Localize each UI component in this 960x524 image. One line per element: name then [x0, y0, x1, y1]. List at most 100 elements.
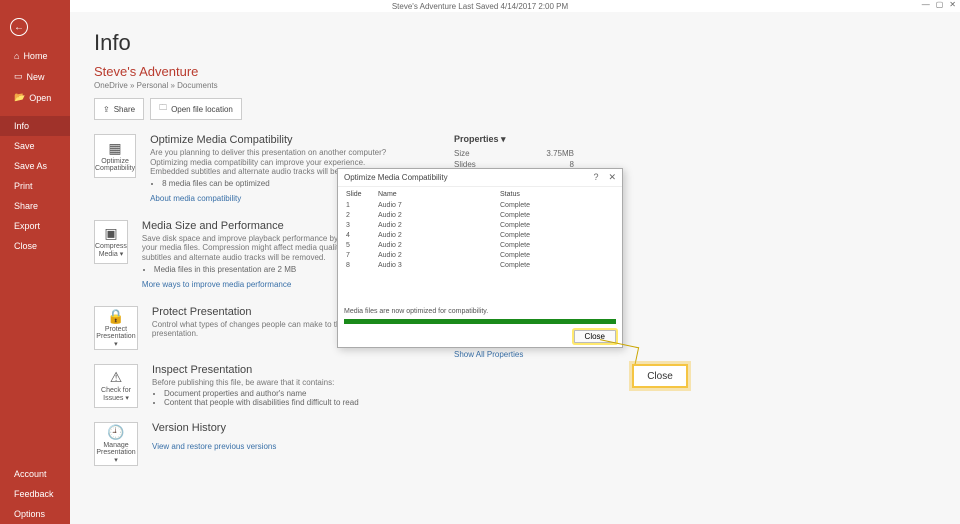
col-slide: Slide: [346, 191, 376, 199]
table-row: 3Audio 2Complete: [346, 221, 614, 229]
tile-label: Check for Issues ▾: [95, 387, 137, 402]
share-icon: ⇪: [103, 105, 110, 114]
home-icon: ⌂: [14, 51, 19, 61]
cell-name: Audio 7: [378, 201, 498, 209]
check-for-issues-tile[interactable]: ⚠Check for Issues ▾: [94, 364, 138, 408]
document-title: Steve's Adventure: [94, 64, 936, 79]
tile-label: Protect Presentation ▾: [95, 326, 137, 348]
improve-performance-link[interactable]: More ways to improve media performance: [142, 280, 291, 289]
block-title: Optimize Media Compatibility: [150, 134, 394, 146]
cell-name: Audio 2: [378, 231, 498, 239]
optimize-icon: ▦: [108, 140, 121, 157]
block-desc: Before publishing this file, be aware th…: [152, 378, 359, 388]
properties-heading[interactable]: Properties ▾: [454, 134, 654, 145]
open-file-location-button[interactable]: 🗀Open file location: [150, 98, 242, 120]
cell-slide: 3: [346, 221, 376, 229]
sidebar-item-feedback[interactable]: Feedback: [0, 484, 70, 504]
sidebar-item-label: Print: [14, 181, 33, 191]
titlebar-text: Steve's Adventure Last Saved 4/14/2017 2…: [392, 2, 568, 11]
sidebar-item-home[interactable]: ⌂ Home: [0, 46, 70, 66]
open-loc-label: Open file location: [171, 105, 233, 114]
table-row: 7Audio 2Complete: [346, 251, 614, 259]
maximize-button[interactable]: ▢: [936, 0, 944, 9]
optimize-compatibility-tile[interactable]: ▦Optimize Compatibility: [94, 134, 136, 178]
sidebar-item-account[interactable]: Account: [0, 464, 70, 484]
compress-media-tile[interactable]: ▣Compress Media ▾: [94, 220, 128, 264]
sidebar-item-label: Save: [14, 141, 35, 151]
col-name: Name: [378, 191, 498, 199]
lock-icon: 🔒: [107, 308, 124, 325]
about-compatibility-link[interactable]: About media compatibility: [150, 194, 241, 203]
sidebar-item-saveas[interactable]: Save As: [0, 156, 70, 176]
sidebar-item-print[interactable]: Print: [0, 176, 70, 196]
sidebar-item-label: Close: [14, 241, 37, 251]
table-row: 8Audio 3Complete: [346, 261, 614, 269]
dialog-titlebar: Optimize Media Compatibility ? ✕: [338, 169, 622, 187]
manage-presentation-tile[interactable]: 🕘Manage Presentation ▾: [94, 422, 138, 466]
prop-value: 3.75MB: [546, 149, 574, 158]
annotation-callout: Close: [632, 364, 688, 388]
progress-bar: [344, 319, 616, 324]
cell-status: Complete: [500, 211, 614, 219]
version-history-link[interactable]: View and restore previous versions: [152, 442, 276, 451]
table-row: 4Audio 2Complete: [346, 231, 614, 239]
prop-label: Size: [454, 149, 470, 158]
table-row: 1Audio 7Complete: [346, 201, 614, 209]
dialog-close-x[interactable]: ✕: [608, 172, 616, 183]
back-arrow-icon: ←: [14, 22, 24, 33]
cell-name: Audio 3: [378, 261, 498, 269]
dialog-body: Slide Name Status 1Audio 7Complete2Audio…: [338, 187, 622, 306]
sidebar-item-label: Save As: [14, 161, 47, 171]
sidebar-item-label: Home: [23, 51, 47, 61]
cell-status: Complete: [500, 231, 614, 239]
dialog-status-message: Media files are now optimized for compat…: [338, 306, 622, 317]
back-button[interactable]: ←: [10, 18, 28, 36]
block-title: Inspect Presentation: [152, 364, 359, 376]
dialog-title: Optimize Media Compatibility: [344, 173, 448, 182]
sidebar-item-save[interactable]: Save: [0, 136, 70, 156]
dialog-help-button[interactable]: ?: [593, 172, 598, 183]
cell-name: Audio 2: [378, 251, 498, 259]
cell-slide: 4: [346, 231, 376, 239]
open-icon: 📂: [14, 92, 25, 103]
sidebar-item-close[interactable]: Close: [0, 236, 70, 256]
compress-icon: ▣: [104, 225, 117, 242]
cell-slide: 2: [346, 211, 376, 219]
minimize-button[interactable]: —: [922, 0, 930, 9]
media-table: Slide Name Status 1Audio 7Complete2Audio…: [344, 189, 616, 271]
sidebar-item-share[interactable]: Share: [0, 196, 70, 216]
share-button[interactable]: ⇪Share: [94, 98, 144, 120]
cell-slide: 7: [346, 251, 376, 259]
cell-status: Complete: [500, 241, 614, 249]
cell-status: Complete: [500, 221, 614, 229]
sidebar-item-label: Account: [14, 469, 47, 479]
sidebar-item-label: Open: [29, 93, 51, 103]
table-row: 2Audio 2Complete: [346, 211, 614, 219]
sidebar-item-label: New: [27, 72, 45, 82]
sidebar-item-label: Info: [14, 121, 29, 131]
block-title: Version History: [152, 422, 276, 434]
sidebar-item-open[interactable]: 📂 Open: [0, 87, 70, 108]
window-close-button[interactable]: ✕: [949, 0, 956, 9]
cell-status: Complete: [500, 261, 614, 269]
sidebar-item-info[interactable]: Info: [0, 116, 70, 136]
document-path: OneDrive » Personal » Documents: [94, 81, 936, 90]
backstage-sidebar: ← ⌂ Home ▭ New 📂 Open Info Save Save As Pri…: [0, 0, 70, 524]
sidebar-item-label: Share: [14, 201, 38, 211]
tile-label: Optimize Compatibility: [95, 158, 135, 172]
block-inspect: ⚠Check for Issues ▾ Inspect Presentation…: [94, 364, 394, 408]
block-bullet: Document properties and author's name: [164, 389, 359, 398]
cell-slide: 1: [346, 201, 376, 209]
history-icon: 🕘: [107, 424, 124, 441]
sidebar-item-label: Export: [14, 221, 40, 231]
cell-name: Audio 2: [378, 221, 498, 229]
action-row: ⇪Share 🗀Open file location: [94, 98, 936, 120]
cell-slide: 5: [346, 241, 376, 249]
sidebar-item-options[interactable]: Options: [0, 504, 70, 524]
sidebar-item-export[interactable]: Export: [0, 216, 70, 236]
protect-presentation-tile[interactable]: 🔒Protect Presentation ▾: [94, 306, 138, 350]
cell-name: Audio 2: [378, 241, 498, 249]
sidebar-item-new[interactable]: ▭ New: [0, 66, 70, 87]
cell-status: Complete: [500, 251, 614, 259]
new-icon: ▭: [14, 71, 23, 82]
